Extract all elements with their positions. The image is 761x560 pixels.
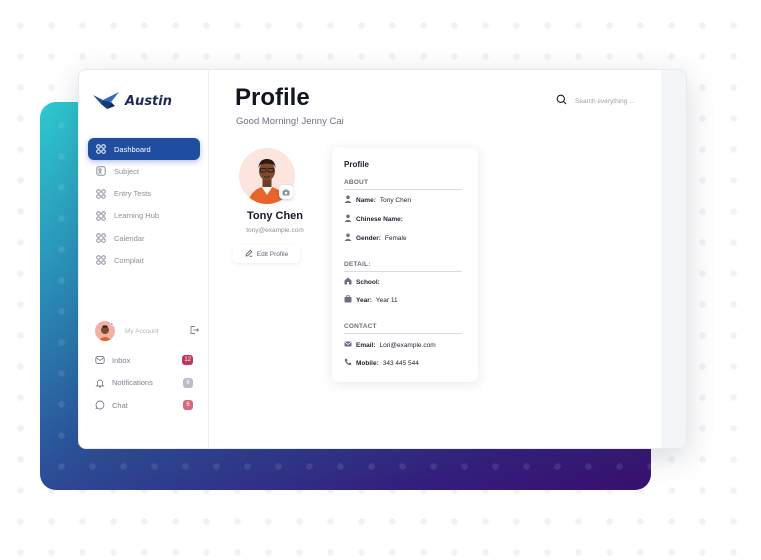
nav-label: Entry Tests — [114, 189, 151, 199]
year-row: Year: Year 11 — [344, 295, 398, 305]
nav-label: Chat — [112, 400, 128, 410]
nav-item-dashboard[interactable]: Dashboard — [88, 138, 200, 160]
school-icon — [344, 277, 352, 287]
nav-label: Inbox — [112, 355, 131, 365]
chat-icon — [95, 400, 105, 410]
grid-icon — [96, 211, 106, 221]
detail-heading: DETAIL: — [344, 261, 462, 272]
field-value: Year 11 — [375, 296, 398, 304]
nav-label: Subject — [114, 166, 140, 176]
nav-item-complait[interactable]: Complait — [88, 249, 200, 271]
field-key: Chinese Name: — [356, 215, 403, 223]
user-icon — [344, 195, 352, 205]
avatar — [95, 321, 115, 341]
subject-icon — [96, 166, 106, 176]
email-row: Email: Lori@example.com — [344, 340, 436, 350]
search-input[interactable] — [575, 97, 655, 105]
card-title: Profile — [344, 160, 369, 169]
chinese-name-row: Chinese Name: — [344, 214, 407, 224]
profile-avatar — [239, 148, 295, 204]
app-name: Austin — [125, 93, 172, 109]
name-row: Name: Tony Chen — [344, 195, 411, 205]
mobile-row: Mobile: 343 445 544 — [344, 358, 419, 368]
nav-item-learning-hub[interactable]: Learning Hub — [88, 205, 200, 227]
notifications-badge: 6 — [183, 377, 193, 388]
nav-item-chat[interactable]: Chat 6 — [95, 394, 193, 417]
inbox-icon — [95, 355, 105, 365]
profile-details-card: Profile ABOUT Name: Tony Chen Chinese Na… — [332, 148, 478, 382]
page-title: Profile — [235, 84, 310, 111]
field-value: Lori@example.com — [379, 341, 436, 349]
online-indicator — [110, 321, 115, 326]
greeting: Good Morning! Jenny Cai — [236, 116, 344, 127]
bottom-nav: Inbox 12 Notifications 6 Chat 6 — [95, 349, 193, 417]
briefcase-icon — [344, 295, 352, 305]
main-content: Profile Good Morning! Jenny Cai Search e… — [209, 70, 663, 448]
field-key: Email: — [356, 341, 376, 349]
nav-item-inbox[interactable]: Inbox 12 — [95, 349, 193, 372]
app-window: Austin Dashboard Subject Entry Tests Lea… — [78, 69, 687, 449]
field-key: Year: — [356, 296, 372, 304]
logo[interactable]: Austin — [93, 92, 172, 110]
camera-icon[interactable] — [279, 185, 293, 199]
main-nav: Dashboard Subject Entry Tests Learning H… — [88, 138, 200, 272]
contact-heading: CONTACT — [344, 323, 462, 334]
field-key: Mobile: — [356, 359, 379, 367]
scroll-gutter — [661, 70, 686, 448]
field-value: Female — [384, 234, 407, 242]
nav-label: Learning Hub — [114, 211, 160, 221]
field-key: School: — [356, 278, 380, 286]
user-icon — [344, 233, 352, 243]
user-icon — [344, 214, 352, 224]
nav-label: Notifications — [112, 378, 153, 388]
nav-item-entry-tests[interactable]: Entry Tests — [88, 183, 200, 205]
nav-label: Calendar — [114, 233, 145, 243]
field-value: Tony Chen — [379, 196, 411, 204]
nav-label: Complait — [114, 255, 144, 265]
logout-icon[interactable] — [189, 322, 200, 340]
field-value: 343 445 544 — [382, 359, 419, 367]
pencil-icon — [245, 249, 253, 259]
school-row: School: — [344, 277, 384, 287]
phone-icon — [344, 358, 352, 368]
grid-icon — [96, 255, 106, 266]
grid-icon — [96, 144, 106, 154]
edit-profile-button[interactable]: Edit Profile — [233, 245, 300, 263]
nav-item-calendar[interactable]: Calendar — [88, 227, 200, 249]
gender-row: Gender: Female — [344, 233, 407, 243]
inbox-badge: 12 — [182, 355, 193, 366]
search-bar[interactable] — [556, 92, 655, 110]
origami-bird-icon — [93, 92, 119, 109]
chat-badge: 6 — [183, 400, 193, 411]
field-key: Gender: — [356, 234, 381, 242]
account-label: My Account — [125, 327, 159, 335]
grid-icon — [96, 188, 106, 199]
profile-email: tony@example.com — [246, 227, 304, 234]
stage: Austin Dashboard Subject Entry Tests Lea… — [0, 0, 761, 560]
nav-label: Dashboard — [114, 144, 151, 154]
mail-icon — [344, 340, 352, 350]
bell-icon — [95, 378, 105, 388]
my-account[interactable]: My Account — [95, 320, 200, 342]
grid-icon — [96, 233, 106, 243]
sidebar: Austin Dashboard Subject Entry Tests Lea… — [79, 70, 209, 448]
profile-name: Tony Chen — [246, 210, 303, 222]
edit-profile-label: Edit Profile — [256, 250, 289, 258]
search-icon[interactable] — [556, 92, 567, 110]
about-heading: ABOUT — [344, 179, 462, 190]
nav-item-subject[interactable]: Subject — [88, 160, 200, 182]
field-key: Name: — [356, 196, 376, 204]
nav-item-notifications[interactable]: Notifications 6 — [95, 372, 193, 395]
